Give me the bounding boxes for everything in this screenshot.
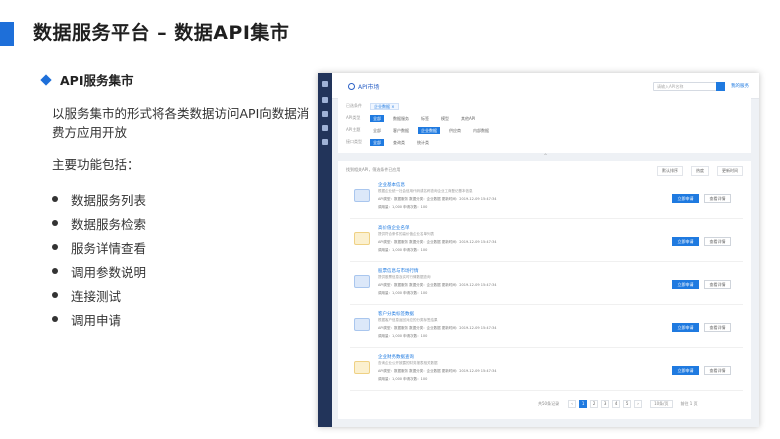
api-name[interactable]: 高价值企业名单 [378,225,410,231]
list-item: 高价值企业名单 提供符合条件的高价值企业名单列表 API类型：数据服务 数据分类… [350,224,743,262]
diamond-bullet-icon [40,73,52,86]
filter-row-selected: 已选条件 企业数据 × [346,102,399,110]
api-name[interactable]: 客户分类标签数据 [378,311,414,317]
page-button[interactable]: 1 [579,400,588,408]
search-button[interactable] [716,82,725,91]
feature-item: 服务详情查看 [52,235,146,259]
bullet-icon [52,244,58,250]
api-name[interactable]: 企业基本信息 [378,182,405,188]
filter-chip[interactable]: 客户数据 [390,127,412,134]
filter-chip[interactable]: 查询类 [390,139,408,146]
goto-page[interactable]: 前往 1 页 [681,401,698,407]
feature-item: 连接测试 [52,283,146,307]
bullet-icon [52,268,58,274]
features-heading: 主要功能包括： [52,157,140,172]
detail-button[interactable]: 查看详情 [704,237,731,246]
intro-text: 以服务集市的形式将各类数据访问API向数据消费方应用开放 [52,106,310,140]
sort-updated[interactable]: 更新时间 [717,166,743,176]
apply-button[interactable]: 立即申请 [672,366,699,375]
slide-title: 数据服务平台 – 数据API集市 [33,22,290,44]
bullet-icon [52,220,58,226]
title-accent-bar [0,22,14,46]
detail-button[interactable]: 查看详情 [704,280,731,289]
settings-icon[interactable] [322,125,328,131]
apply-button[interactable]: 立即申请 [672,194,699,203]
section-heading: API服务集市 [40,70,134,89]
list-item: 客户分类标签数据 根据客户信息返回对应的分类标签结果 API类型：数据服务 数据… [350,310,743,348]
api-list: 找到相关API，筛选条件已应用 默认排序 热度 更新时间 企业基本信息 根据企业… [338,161,751,419]
page-size-select[interactable]: 10条/页 [650,400,673,408]
filter-chip[interactable]: 数据服务 [390,115,412,122]
filter-chip[interactable]: 全部 [370,127,384,134]
page-button[interactable]: 2 [590,400,599,408]
page-button[interactable]: 4 [612,400,621,408]
feature-item: 调用参数说明 [52,259,146,283]
filter-chip[interactable]: 供应商 [446,127,464,134]
list-icon[interactable] [322,97,328,103]
bullet-icon [52,292,58,298]
my-services-link[interactable]: 我的服务 [731,83,749,89]
pagination: 共50条记录 ‹ 1 2 3 4 5 › 10条/页 前往 1 页 [538,400,698,408]
top-bar: API市场 请输入API名称 我的服务 [332,73,759,99]
collapse-chevron-icon[interactable]: ⌃ [543,153,548,160]
total-count: 共50条记录 [538,401,560,406]
apply-button[interactable]: 立即申请 [672,237,699,246]
api-name[interactable]: 股票信息与市场行情 [378,268,419,274]
doc-icon[interactable] [322,139,328,145]
search-input[interactable]: 请输入API名称 [653,82,717,91]
sort-controls: 默认排序 热度 更新时间 [649,166,743,176]
bullet-icon [52,196,58,202]
filter-chip[interactable]: 模型 [438,115,452,122]
filter-row-type: API类型 全部 数据服务 标签 模型 其他API [346,114,484,122]
list-item: 股票信息与市场行情 提供股票信息及实时行情数据查询 API类型：数据服务 数据分… [350,267,743,305]
api-icon [354,318,370,331]
list-item: 企业财务数据查询 查询企业公开披露的财务报表相关数据 API类型：数据服务 数据… [350,353,743,391]
filter-chip[interactable]: 标签 [418,115,432,122]
api-icon [354,361,370,374]
filter-chip[interactable]: 统计类 [414,139,432,146]
page-button[interactable]: 3 [601,400,610,408]
filter-panel: 已选条件 企业数据 × API类型 全部 数据服务 标签 模型 其他API AP… [338,97,751,153]
feature-item: 数据服务列表 [52,187,146,211]
detail-button[interactable]: 查看详情 [704,323,731,332]
api-icon [354,275,370,288]
apply-button[interactable]: 立即申请 [672,323,699,332]
feature-list: 数据服务列表 数据服务检索 服务详情查看 调用参数说明 连接测试 调用申请 [52,187,146,331]
filter-chip[interactable]: 全部 [370,138,384,146]
user-icon[interactable] [322,111,328,117]
prev-page-button[interactable]: ‹ [568,400,577,408]
api-icon [354,232,370,245]
selected-filter-tag[interactable]: 企业数据 × [370,102,399,110]
page-button[interactable]: 5 [623,400,632,408]
sort-hot[interactable]: 热度 [691,166,709,176]
bullet-icon [52,316,58,322]
feature-item: 数据服务检索 [52,211,146,235]
next-page-button[interactable]: › [634,400,643,408]
section-title: API服务集市 [60,73,134,88]
api-name[interactable]: 企业财务数据查询 [378,354,414,360]
home-icon[interactable] [322,81,328,87]
filter-chip[interactable]: 全部 [370,114,384,122]
filter-chip[interactable]: 其他API [458,115,478,122]
feature-item: 调用申请 [52,307,146,331]
filter-chip[interactable]: 企业数据 [418,126,440,134]
filter-row-interface: 接口类型 全部 查询类 统计类 [346,138,438,146]
sort-default[interactable]: 默认排序 [657,166,683,176]
side-nav [318,73,332,427]
logo-icon [348,83,355,90]
detail-button[interactable]: 查看详情 [704,194,731,203]
list-item: 企业基本信息 根据企业统一社会信用代码或名称查询企业工商登记基本信息 API类型… [350,181,743,219]
app-logo: API市场 [348,82,380,91]
detail-button[interactable]: 查看详情 [704,366,731,375]
filter-row-topic: API主题 全部 客户数据 企业数据 供应商 内部数据 [346,126,498,134]
list-header: 找到相关API，筛选条件已应用 [346,167,401,172]
api-market-screenshot: API市场 请输入API名称 我的服务 已选条件 企业数据 × API类型 全部… [318,73,759,427]
apply-button[interactable]: 立即申请 [672,280,699,289]
api-icon [354,189,370,202]
filter-chip[interactable]: 内部数据 [470,127,492,134]
